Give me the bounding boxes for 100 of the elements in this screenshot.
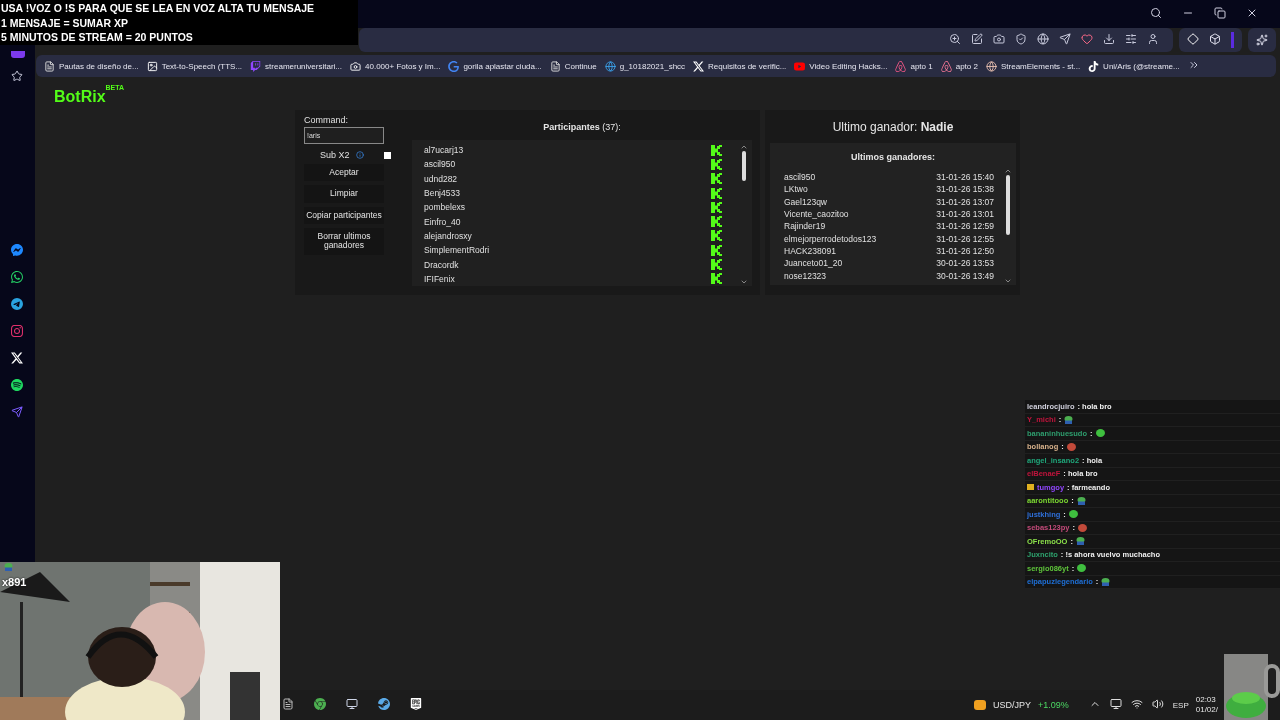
globe-icon [985, 60, 997, 72]
shield-icon[interactable] [1015, 33, 1029, 47]
x-logo-icon[interactable] [10, 352, 25, 366]
messenger-icon[interactable] [10, 244, 25, 258]
ai-button[interactable] [1248, 28, 1276, 52]
zoom-icon[interactable] [949, 33, 963, 47]
telegram-icon[interactable] [10, 298, 25, 312]
bookmark[interactable]: Pautas de diseño de... [44, 60, 139, 72]
x-logo-icon [693, 60, 705, 72]
winner-date: 31-01-26 13:07 [936, 196, 994, 207]
participant-name: Einfro_40 [424, 216, 461, 227]
winner-name: Vicente_caozitoo [784, 209, 849, 220]
spotify-icon[interactable] [10, 379, 25, 393]
emote-icon [1076, 496, 1086, 505]
kick-icon [711, 144, 722, 156]
bookmark[interactable]: Uni/Aris (@streame... [1088, 60, 1180, 72]
display-icon[interactable] [1109, 698, 1124, 712]
bookmark[interactable]: g_10182021_shcc [604, 60, 686, 72]
scroll-up-icon[interactable] [740, 143, 748, 151]
participant-name: al7ucarj13 [424, 145, 464, 156]
volume-icon[interactable] [1151, 698, 1166, 712]
winner-date: 31-01-26 12:59 [936, 221, 994, 232]
scrollbar-thumb[interactable] [1006, 175, 1010, 235]
star-icon[interactable] [10, 70, 25, 84]
scrollbar-thumb[interactable] [742, 151, 746, 181]
heart-icon[interactable] [1081, 33, 1095, 47]
scroll-up-icon[interactable] [1004, 167, 1012, 175]
kick-icon [711, 201, 722, 213]
kick-icon [711, 273, 722, 285]
emote-icon [1075, 537, 1085, 546]
camera-icon [350, 60, 361, 72]
cube-icon[interactable] [1209, 33, 1223, 47]
epic-games-icon[interactable] [410, 698, 424, 712]
emote-count: x891 [2, 576, 27, 588]
bookmark[interactable]: gorila aplastar ciuda... [448, 60, 542, 72]
participant-name: alejandrosxy [424, 230, 472, 241]
participant-name: Benj4533 [424, 188, 460, 199]
instagram-icon[interactable] [10, 325, 25, 339]
steam-icon[interactable] [378, 698, 392, 712]
action-button[interactable]: Copiar participantes [304, 206, 384, 225]
settings-icon[interactable] [1125, 33, 1139, 47]
winner-name: Rajinder19 [784, 221, 826, 232]
info-icon[interactable] [355, 151, 364, 159]
language-indicator[interactable]: ESP [1172, 700, 1189, 710]
document-icon [44, 60, 55, 72]
winner-date: 30-01-26 13:49 [936, 270, 994, 281]
currency-pair: USD/JPY [992, 700, 1031, 710]
emote-icon [1101, 577, 1111, 586]
bookmark[interactable]: streameruniversitari... [250, 60, 342, 72]
whatsapp-icon[interactable] [10, 271, 25, 285]
action-button[interactable]: Borrar ultimos ganadores [304, 228, 384, 255]
participant-name: udnd282 [424, 173, 458, 184]
restore-icon[interactable] [1214, 7, 1228, 21]
bookmark[interactable]: StreamElements - st... [985, 60, 1081, 72]
emote-icon [4, 563, 13, 571]
google-icon [448, 60, 460, 72]
twitch-icon [250, 60, 262, 72]
bookmark[interactable]: 40.000+ Fotos y Im... [350, 60, 441, 72]
bookmark[interactable]: Continue [549, 60, 597, 72]
clock[interactable]: 02:03 01/02/ [1195, 695, 1218, 715]
document-icon [549, 60, 561, 72]
globe-icon[interactable] [1037, 33, 1051, 47]
caption-line: 5 MINUTOS DE STREAM = 20 PUNTOS [1, 30, 194, 45]
tiktok-icon [1088, 60, 1100, 72]
emote-icon [1064, 415, 1074, 424]
action-button[interactable]: Limpiar [304, 185, 384, 203]
search-icon[interactable] [1150, 7, 1164, 21]
participant-name: SimplementRodri [424, 245, 490, 256]
action-button[interactable]: Aceptar [304, 164, 384, 182]
chrome-icon[interactable] [314, 698, 328, 712]
scroll-down-icon[interactable] [1004, 277, 1012, 285]
bookmark[interactable]: apto 1 [895, 60, 933, 72]
bookmark[interactable]: Text-to-Speech (TTS... [146, 60, 243, 72]
camera-icon[interactable] [993, 33, 1007, 47]
winner-name: LKtwo [784, 184, 808, 195]
globe-icon [604, 60, 616, 72]
participant-name: Dracordk [424, 259, 459, 270]
botrix-logo: BotRix [54, 88, 106, 106]
coin-icon [973, 700, 986, 710]
airbnb-icon [940, 60, 952, 72]
edit-icon[interactable] [971, 33, 985, 47]
kick-icon [711, 158, 722, 170]
sparkles-icon [1256, 34, 1268, 46]
winner-name: Juanceto01_20 [784, 258, 843, 269]
send-icon[interactable] [10, 406, 25, 420]
download-icon[interactable] [1103, 33, 1117, 47]
diamond-icon[interactable] [1187, 33, 1201, 47]
sub-checkbox[interactable] [383, 151, 391, 159]
currency-change: +1.09% [1037, 700, 1069, 710]
airbnb-icon [895, 60, 907, 72]
scroll-down-icon[interactable] [740, 278, 748, 286]
kick-icon [711, 173, 722, 185]
bookmark[interactable]: Video Editing Hacks... [794, 60, 888, 72]
winner-date: 31-01-26 15:38 [936, 184, 994, 195]
last-winner-title: Ultimo ganador: Nadie [831, 120, 955, 134]
emote-icon [1095, 429, 1105, 438]
send-icon[interactable] [1059, 33, 1073, 47]
bookmark[interactable]: apto 2 [940, 60, 978, 72]
winner-name: HACK238091 [784, 245, 836, 256]
bookmark[interactable]: Requisitos de verific... [693, 60, 787, 72]
